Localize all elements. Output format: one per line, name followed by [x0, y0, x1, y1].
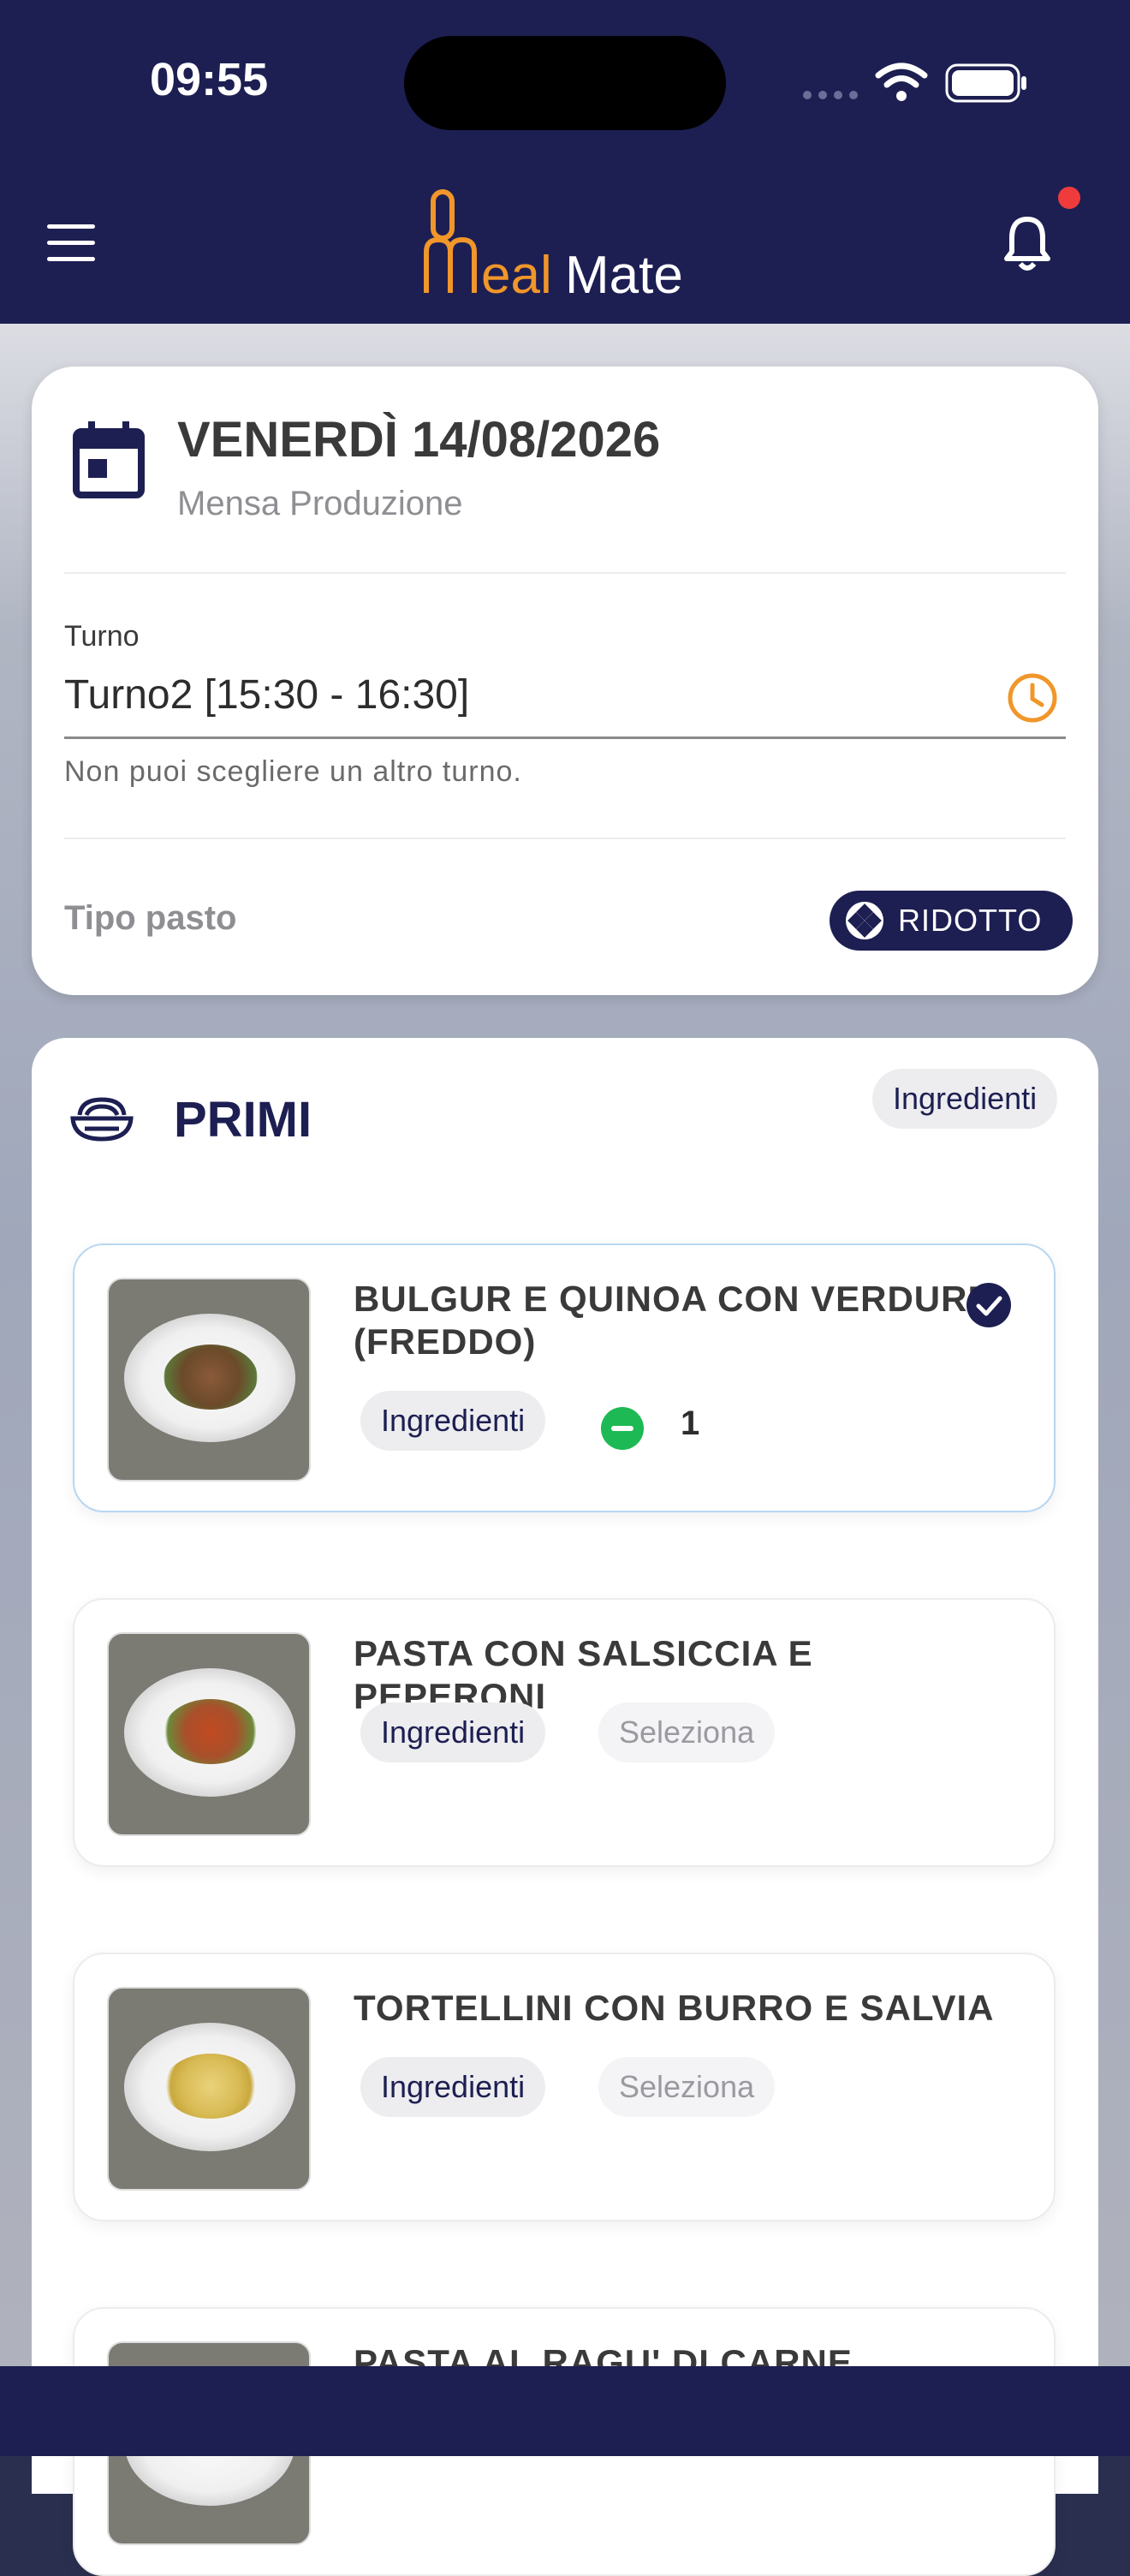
- dish-card[interactable]: BULGUR E QUINOA CON VERDURE (FREDDO) Ing…: [73, 1243, 1056, 1512]
- ingredients-button[interactable]: Ingredienti: [360, 1391, 546, 1451]
- selected-check-icon: [966, 1283, 1011, 1327]
- select-button[interactable]: Seleziona: [598, 1702, 776, 1762]
- divider: [64, 572, 1066, 574]
- wifi-icon: [875, 63, 928, 101]
- meal-type-icon: [846, 902, 883, 939]
- shift-field[interactable]: Turno2 [15:30 - 16:30]: [64, 671, 469, 719]
- svg-text:Mate: Mate: [565, 246, 683, 298]
- date-card: VENERDÌ 14/08/2026 Mensa Produzione Turn…: [32, 367, 1098, 995]
- date-title: VENERDÌ 14/08/2026: [177, 412, 661, 468]
- shift-label: Turno: [64, 620, 140, 653]
- battery-icon: [945, 63, 1026, 103]
- divider: [64, 838, 1066, 839]
- notification-bell-icon[interactable]: [1000, 214, 1055, 274]
- dish-card[interactable]: PASTA CON SALSICCIA E PEPERONI Ingredien…: [73, 1598, 1056, 1867]
- status-time: 09:55: [150, 54, 269, 105]
- dish-photo: [107, 1278, 311, 1482]
- decrease-quantity-icon[interactable]: [600, 1406, 645, 1451]
- dish-card[interactable]: TORTELLINI CON BURRO E SALVIA Ingredient…: [73, 1953, 1056, 2221]
- ingredients-button[interactable]: Ingredienti: [360, 1702, 546, 1762]
- clock-icon[interactable]: [1006, 671, 1059, 724]
- cafeteria-name: Mensa Produzione: [177, 485, 463, 522]
- svg-text:eal: eal: [481, 246, 552, 298]
- meal-type-label: Tipo pasto: [64, 899, 237, 937]
- notification-badge: [1058, 187, 1080, 209]
- status-bar: 09:55: [0, 0, 1130, 163]
- bottom-bar: [0, 2366, 1130, 2456]
- meal-type-value: RIDOTTO: [898, 903, 1043, 938]
- signal-icon: [803, 91, 858, 99]
- shift-helper-text: Non puoi scegliere un altro turno.: [64, 755, 522, 788]
- mealmate-logo: eal Mate: [424, 189, 683, 298]
- ingredients-button[interactable]: Ingredienti: [360, 2057, 546, 2117]
- meal-type-chip[interactable]: RIDOTTO: [830, 891, 1074, 951]
- select-button[interactable]: Seleziona: [598, 2057, 776, 2117]
- shift-field-underline: [64, 736, 1066, 739]
- section-title: PRIMI: [174, 1092, 312, 1148]
- dish-name: TORTELLINI CON BURRO E SALVIA: [354, 1988, 995, 2028]
- menu-icon[interactable]: [47, 224, 95, 262]
- calendar-icon: [73, 421, 145, 498]
- dish-name: BULGUR E QUINOA CON VERDURE (FREDDO): [354, 1279, 993, 1362]
- section-primi: PRIMI Ingredienti BULGUR E QUINOA CON VE…: [32, 1038, 1098, 2576]
- section-ingredients-button[interactable]: Ingredienti: [872, 1069, 1058, 1129]
- dish-photo: [107, 1987, 311, 2191]
- quantity-value: 1: [681, 1404, 700, 1442]
- dynamic-island: [404, 36, 726, 130]
- dish-photo: [107, 1632, 311, 1836]
- pasta-bowl-icon: [70, 1097, 134, 1142]
